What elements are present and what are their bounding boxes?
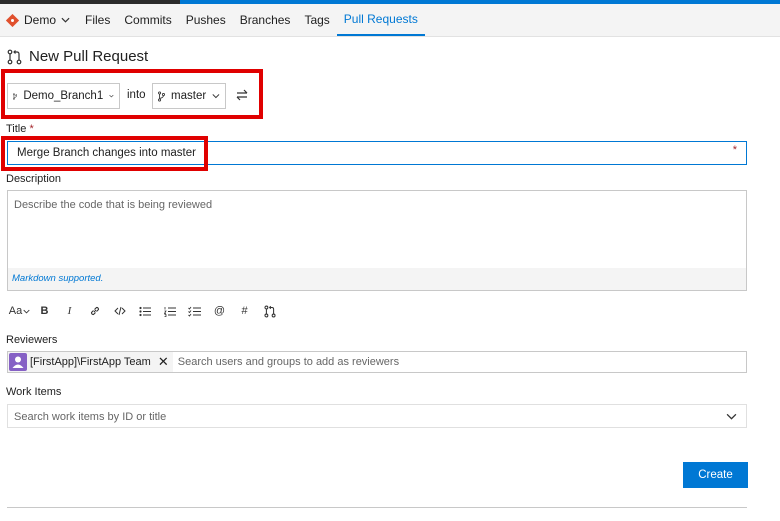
title-highlight-box [1,136,208,171]
remove-reviewer-icon[interactable]: ✕ [158,354,169,370]
create-button[interactable]: Create [683,462,748,488]
tab-pushes[interactable]: Pushes [179,4,233,36]
numbered-list-button[interactable] [157,303,182,319]
team-avatar-icon [9,353,27,371]
required-marker: * [29,123,34,135]
pull-request-icon [7,49,22,64]
work-items-input[interactable]: Search work items by ID or title [7,404,747,428]
git-logo-icon [6,13,19,27]
reviewers-input[interactable]: [FirstApp]\FirstApp Team ✕ Search users … [7,351,747,373]
chevron-down-icon [61,17,70,23]
reviewers-label: Reviewers [6,334,58,346]
italic-icon: I [67,305,72,317]
reviewer-chip-label: [FirstApp]\FirstApp Team [30,356,151,368]
branch-highlight-box [1,69,263,119]
chevron-down-icon [23,309,30,314]
checklist-icon [188,306,201,317]
mention-button[interactable]: @ [207,303,232,319]
link-button[interactable] [82,303,107,319]
numbered-list-icon [163,306,176,317]
checklist-button[interactable] [182,303,207,319]
top-navigation: Demo Files Commits Pushes Branches Tags … [0,4,780,37]
page-title: New Pull Request [7,48,148,65]
page-title-text: New Pull Request [29,48,149,65]
pull-request-link-button[interactable] [257,303,282,319]
description-placeholder: Describe the code that is being reviewed [14,199,213,211]
title-label: Title * [6,123,34,135]
tab-pull-requests[interactable]: Pull Requests [336,4,425,36]
tab-branches[interactable]: Branches [233,4,298,36]
italic-button[interactable]: I [57,303,82,319]
tab-commits[interactable]: Commits [117,4,178,36]
code-button[interactable] [107,303,132,319]
markdown-supported-note[interactable]: Markdown supported. [8,268,746,290]
work-items-placeholder: Search work items by ID or title [14,411,167,423]
font-size-icon: Aa [8,305,23,317]
description-label: Description [6,173,62,185]
hash-button[interactable]: # [232,303,257,319]
project-selector[interactable]: Demo [0,4,78,36]
description-textarea[interactable]: Describe the code that is being reviewed… [7,190,747,291]
link-icon [90,306,99,316]
mention-icon: @ [213,305,226,317]
chevron-down-icon [726,413,737,420]
font-size-button[interactable]: Aa [7,303,32,319]
bold-button[interactable]: B [32,303,57,319]
pull-request-icon [263,305,276,317]
bulleted-list-button[interactable] [132,303,157,319]
bottom-divider [7,507,747,508]
formatting-toolbar: Aa B I @ # [7,303,282,319]
bold-icon: B [40,305,49,317]
tab-tags[interactable]: Tags [297,4,336,36]
work-items-label: Work Items [6,386,62,398]
required-star: * [732,144,737,156]
bulleted-list-icon [138,306,151,316]
tab-files[interactable]: Files [78,4,117,36]
code-icon [113,306,126,316]
reviewer-chip: [FirstApp]\FirstApp Team ✕ [8,352,173,372]
hash-icon: # [241,305,248,317]
project-name: Demo [24,13,57,27]
reviewers-placeholder: Search users and groups to add as review… [177,356,400,368]
